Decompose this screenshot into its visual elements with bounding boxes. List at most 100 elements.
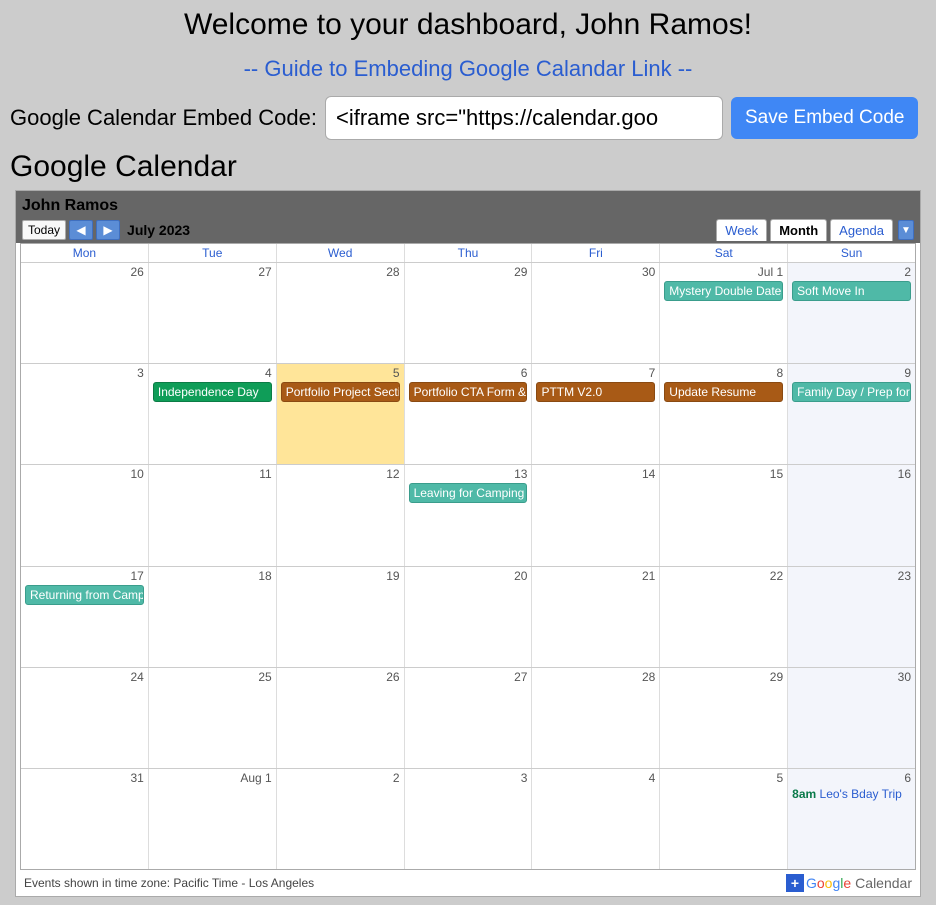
embed-code-input[interactable]	[325, 96, 723, 140]
date-number: 12	[281, 467, 400, 481]
date-number: 2	[792, 265, 911, 279]
date-number: 11	[153, 467, 272, 481]
save-embed-button[interactable]: Save Embed Code	[731, 97, 919, 139]
event[interactable]: Family Day / Prep for ca	[792, 382, 911, 402]
date-number: 30	[536, 265, 655, 279]
event[interactable]: Leaving for Camping	[409, 483, 528, 503]
event[interactable]: Portfolio CTA Form & De	[409, 382, 528, 402]
date-number: 6	[792, 771, 911, 785]
prev-button[interactable]: ◀	[69, 220, 93, 240]
day-cell[interactable]: 19	[277, 567, 405, 667]
day-cell[interactable]: 5	[660, 769, 788, 869]
day-cell[interactable]: 15	[660, 465, 788, 565]
event[interactable]: Portfolio Project Section	[281, 382, 400, 402]
date-number: 26	[25, 265, 144, 279]
date-number: 3	[25, 366, 144, 380]
day-cell[interactable]: 25	[149, 668, 277, 768]
day-cell[interactable]: 31	[21, 769, 149, 869]
day-cell[interactable]: Jul 1 Mystery Double Date	[660, 263, 788, 363]
day-cell[interactable]: 26	[21, 263, 149, 363]
date-number: Aug 1	[153, 771, 272, 785]
day-cell[interactable]: 26	[277, 668, 405, 768]
day-cell[interactable]: 8 Update Resume	[660, 364, 788, 464]
date-number: 4	[153, 366, 272, 380]
date-number: Jul 1	[664, 265, 783, 279]
timed-event[interactable]: 8am Leo's Bday Trip	[792, 787, 911, 801]
week-row: 17 Returning from Camping1819 20 2122 23	[21, 567, 915, 668]
day-cell[interactable]: 30	[532, 263, 660, 363]
day-cell[interactable]: 4 Independence Day	[149, 364, 277, 464]
day-cell[interactable]: 23	[788, 567, 915, 667]
date-number: 27	[409, 670, 528, 684]
dow-cell: Mon	[21, 244, 149, 262]
day-cell[interactable]: 24	[21, 668, 149, 768]
day-cell[interactable]: 9Family Day / Prep for ca	[788, 364, 915, 464]
day-cell[interactable]: 20	[405, 567, 533, 667]
day-cell[interactable]: 17 Returning from Camping	[21, 567, 149, 667]
dow-cell: Thu	[405, 244, 533, 262]
week-row: 31 Aug 1 23456 8am Leo's Bday Trip	[21, 769, 915, 869]
date-number: 23	[792, 569, 911, 583]
day-cell[interactable]: 7 PTTM V2.0	[532, 364, 660, 464]
calendar-frame: John Ramos Today ◀ ▶ July 2023 Week Mont…	[15, 190, 921, 897]
date-number: 4	[536, 771, 655, 785]
dow-cell: Sun	[788, 244, 915, 262]
week-row: 26 27282930 Jul 1 Mystery Double Date 2 Soft …	[21, 263, 915, 364]
event[interactable]: Update Resume	[664, 382, 783, 402]
view-tab-agenda[interactable]: Agenda	[830, 219, 893, 241]
day-cell[interactable]: 4	[532, 769, 660, 869]
day-cell[interactable]: 21	[532, 567, 660, 667]
date-number: 24	[25, 670, 144, 684]
day-cell[interactable]: 14	[532, 465, 660, 565]
event[interactable]: Independence Day	[153, 382, 272, 402]
day-cell[interactable]: 18	[149, 567, 277, 667]
view-tab-week[interactable]: Week	[716, 219, 767, 241]
plus-icon: +	[786, 874, 804, 892]
day-cell[interactable]: 2 Soft Move In	[788, 263, 915, 363]
google-calendar-badge[interactable]: + Google Calendar	[786, 874, 912, 892]
event[interactable]: Mystery Double Date	[664, 281, 783, 301]
date-number: 17	[25, 569, 144, 583]
next-button[interactable]: ▶	[96, 220, 120, 240]
dow-cell: Sat	[660, 244, 788, 262]
day-cell[interactable]: 29	[660, 668, 788, 768]
date-number: 10	[25, 467, 144, 481]
day-cell[interactable]: 6 8am Leo's Bday Trip	[788, 769, 915, 869]
view-tab-month[interactable]: Month	[770, 219, 827, 241]
day-cell[interactable]: 28	[532, 668, 660, 768]
dow-row: MonTueWedThuFriSatSun	[21, 244, 915, 263]
event[interactable]: Soft Move In	[792, 281, 911, 301]
view-dropdown-button[interactable]: ▼	[898, 220, 914, 240]
event[interactable]: Returning from Camping	[25, 585, 144, 605]
date-number: 7	[536, 366, 655, 380]
day-cell[interactable]: 2	[277, 769, 405, 869]
calendar-body: MonTueWedThuFriSatSun 2627282930Jul 1Mys…	[20, 243, 916, 870]
today-button[interactable]: Today	[22, 220, 66, 240]
day-cell[interactable]: 11	[149, 465, 277, 565]
day-cell[interactable]: 28	[277, 263, 405, 363]
day-cell[interactable]: 3	[21, 364, 149, 464]
day-cell[interactable]: Aug 1	[149, 769, 277, 869]
day-cell[interactable]: 29	[405, 263, 533, 363]
day-cell[interactable]: 16	[788, 465, 915, 565]
date-number: 15	[664, 467, 783, 481]
date-number: 5	[664, 771, 783, 785]
guide-link[interactable]: -- Guide to Embeding Google Calandar Lin…	[0, 46, 936, 96]
day-cell[interactable]: 12	[277, 465, 405, 565]
day-cell[interactable]: 30	[788, 668, 915, 768]
week-row: 10 11 12 13Leaving for Camping14 15 16	[21, 465, 915, 566]
calendar-heading: Google Calendar	[0, 146, 936, 190]
date-number: 25	[153, 670, 272, 684]
day-cell[interactable]: 10	[21, 465, 149, 565]
day-cell[interactable]: 27	[149, 263, 277, 363]
day-cell[interactable]: 22	[660, 567, 788, 667]
day-cell[interactable]: 3	[405, 769, 533, 869]
day-cell[interactable]: 6Portfolio CTA Form & De	[405, 364, 533, 464]
day-cell[interactable]: 13Leaving for Camping	[405, 465, 533, 565]
date-number: 20	[409, 569, 528, 583]
event[interactable]: PTTM V2.0	[536, 382, 655, 402]
embed-row: Google Calendar Embed Code: Save Embed C…	[0, 96, 936, 146]
day-cell[interactable]: 27	[405, 668, 533, 768]
day-cell[interactable]: 5Portfolio Project Section	[277, 364, 405, 464]
date-number: 8	[664, 366, 783, 380]
